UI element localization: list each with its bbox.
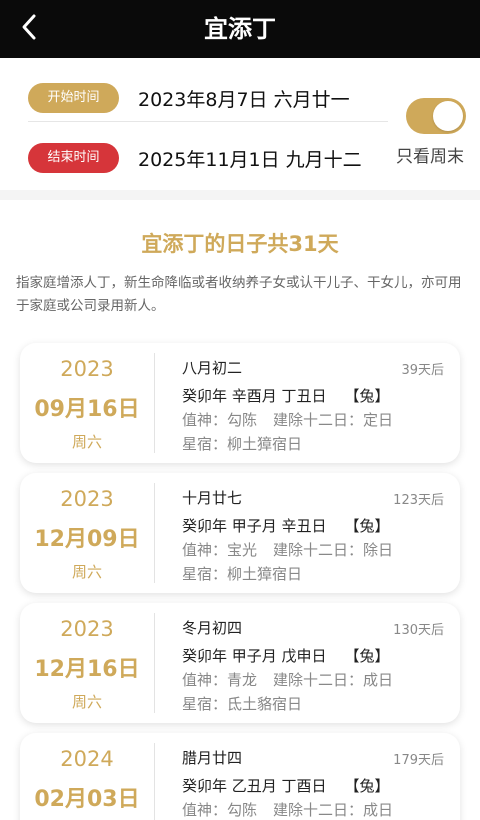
start-date-row[interactable]: 开始时间 2023年8月7日 六月廿一 xyxy=(28,78,388,118)
star-mansion: 星宿：柳土獐宿日 xyxy=(182,565,303,583)
deity-line: 值神：勾陈 建除十二日：定日 xyxy=(182,409,393,430)
start-date-label: 开始时间 xyxy=(28,83,119,113)
lunar-date: 冬月初四 xyxy=(182,619,243,637)
card-date-block: 2024 02月03日 xyxy=(20,733,154,820)
lunar-date: 八月初二 xyxy=(182,359,243,377)
card-year: 2023 xyxy=(60,487,114,511)
deity-line: 值神：青龙 建除十二日：成日 xyxy=(182,669,393,690)
ganzhi: 癸卯年 甲子月 辛丑日 xyxy=(182,517,327,535)
lunar-date: 腊月廿四 xyxy=(182,749,243,767)
toggle-knob xyxy=(433,101,463,131)
weekend-only-toggle[interactable] xyxy=(406,98,466,134)
jianchu: 建除十二日：定日 xyxy=(273,411,394,429)
day-card[interactable]: 2023 12月09日 周六 十月廿七 123天后 癸卯年 甲子月 辛丑日 【兔】… xyxy=(20,473,460,593)
end-date-label: 结束时间 xyxy=(28,143,119,173)
deity-line: 值神：勾陈 建除十二日：成日 xyxy=(182,799,393,820)
star-mansion: 星宿：氐土貉宿日 xyxy=(182,695,303,713)
ganzhi-line: 癸卯年 乙丑月 丁酉日 【兔】 xyxy=(182,775,390,796)
results-panel: 宜添丁的日子共31天 指家庭增添人丁，新生命降临或者收纳养子女或认干儿子、干女儿… xyxy=(0,200,480,820)
card-divider xyxy=(154,353,155,453)
days-after: 123天后 xyxy=(393,493,444,508)
weekend-only-label: 只看周末 xyxy=(396,147,464,167)
card-weekday: 周六 xyxy=(71,693,102,711)
ganzhi-line: 癸卯年 甲子月 戊申日 【兔】 xyxy=(182,645,390,666)
day-card[interactable]: 2023 09月16日 周六 八月初二 39天后 癸卯年 辛酉月 丁丑日 【兔】 … xyxy=(20,343,460,463)
card-date: 12月09日 xyxy=(34,527,140,552)
zodiac: 【兔】 xyxy=(344,517,390,535)
summary-title: 宜添丁的日子共31天 xyxy=(141,232,339,256)
card-details: 腊月廿四 179天后 癸卯年 乙丑月 丁酉日 【兔】 值神：勾陈 建除十二日：成日 xyxy=(182,733,444,820)
jianchu: 建除十二日：除日 xyxy=(273,541,394,559)
page-title: 宜添丁 xyxy=(204,15,276,43)
card-divider xyxy=(154,483,155,583)
deity: 值神：勾陈 xyxy=(182,411,258,429)
divider xyxy=(28,121,388,122)
zodiac: 【兔】 xyxy=(344,647,390,665)
star-mansion: 星宿：柳土獐宿日 xyxy=(182,435,303,453)
days-after: 130天后 xyxy=(393,623,444,638)
card-details: 冬月初四 130天后 癸卯年 甲子月 戊申日 【兔】 值神：青龙 建除十二日：成日 … xyxy=(182,603,444,723)
ganzhi: 癸卯年 乙丑月 丁酉日 xyxy=(182,777,327,795)
jianchu: 建除十二日：成日 xyxy=(273,801,394,819)
deity: 值神：青龙 xyxy=(182,671,258,689)
deity: 值神：勾陈 xyxy=(182,801,258,819)
lunar-date: 十月廿七 xyxy=(182,489,243,507)
days-after: 179天后 xyxy=(393,753,444,768)
card-divider xyxy=(154,743,155,820)
deity-line: 值神：宝光 建除十二日：除日 xyxy=(182,539,393,560)
card-date: 12月16日 xyxy=(34,657,140,682)
card-weekday: 周六 xyxy=(71,433,102,451)
card-details: 十月廿七 123天后 癸卯年 甲子月 辛丑日 【兔】 值神：宝光 建除十二日：除日 … xyxy=(182,473,444,593)
zodiac: 【兔】 xyxy=(344,777,390,795)
card-year: 2023 xyxy=(60,617,114,641)
start-date-value[interactable]: 2023年8月7日 六月廿一 xyxy=(138,85,350,112)
date-range-panel: 开始时间 2023年8月7日 六月廿一 结束时间 2025年11月1日 九月十二… xyxy=(0,58,480,190)
ganzhi-line: 癸卯年 辛酉月 丁丑日 【兔】 xyxy=(182,385,390,406)
card-divider xyxy=(154,613,155,713)
end-date-value[interactable]: 2025年11月1日 九月十二 xyxy=(138,145,362,172)
days-after: 39天后 xyxy=(401,363,444,378)
top-bar: 宜添丁 xyxy=(0,0,480,58)
card-year: 2023 xyxy=(60,357,114,381)
card-weekday: 周六 xyxy=(71,563,102,581)
day-card[interactable]: 2023 12月16日 周六 冬月初四 130天后 癸卯年 甲子月 戊申日 【兔】… xyxy=(20,603,460,723)
zodiac: 【兔】 xyxy=(344,387,390,405)
deity: 值神：宝光 xyxy=(182,541,258,559)
card-details: 八月初二 39天后 癸卯年 辛酉月 丁丑日 【兔】 值神：勾陈 建除十二日：定日 星… xyxy=(182,343,444,463)
summary-description: 指家庭增添人丁，新生命降临或者收纳养子女或认干儿子、干女儿，亦可用于家庭或公司录… xyxy=(16,275,462,314)
card-year: 2024 xyxy=(60,747,114,771)
ganzhi-line: 癸卯年 甲子月 辛丑日 【兔】 xyxy=(182,515,390,536)
card-date-block: 2023 12月09日 周六 xyxy=(20,473,154,593)
card-date: 09月16日 xyxy=(34,397,140,422)
ganzhi: 癸卯年 辛酉月 丁丑日 xyxy=(182,387,327,405)
ganzhi: 癸卯年 甲子月 戊申日 xyxy=(182,647,327,665)
card-date: 02月03日 xyxy=(34,787,140,812)
card-date-block: 2023 09月16日 周六 xyxy=(20,343,154,463)
end-date-row[interactable]: 结束时间 2025年11月1日 九月十二 xyxy=(28,138,388,178)
jianchu: 建除十二日：成日 xyxy=(273,671,394,689)
day-card[interactable]: 2024 02月03日 腊月廿四 179天后 癸卯年 乙丑月 丁酉日 【兔】 值神… xyxy=(20,733,460,820)
card-date-block: 2023 12月16日 周六 xyxy=(20,603,154,723)
